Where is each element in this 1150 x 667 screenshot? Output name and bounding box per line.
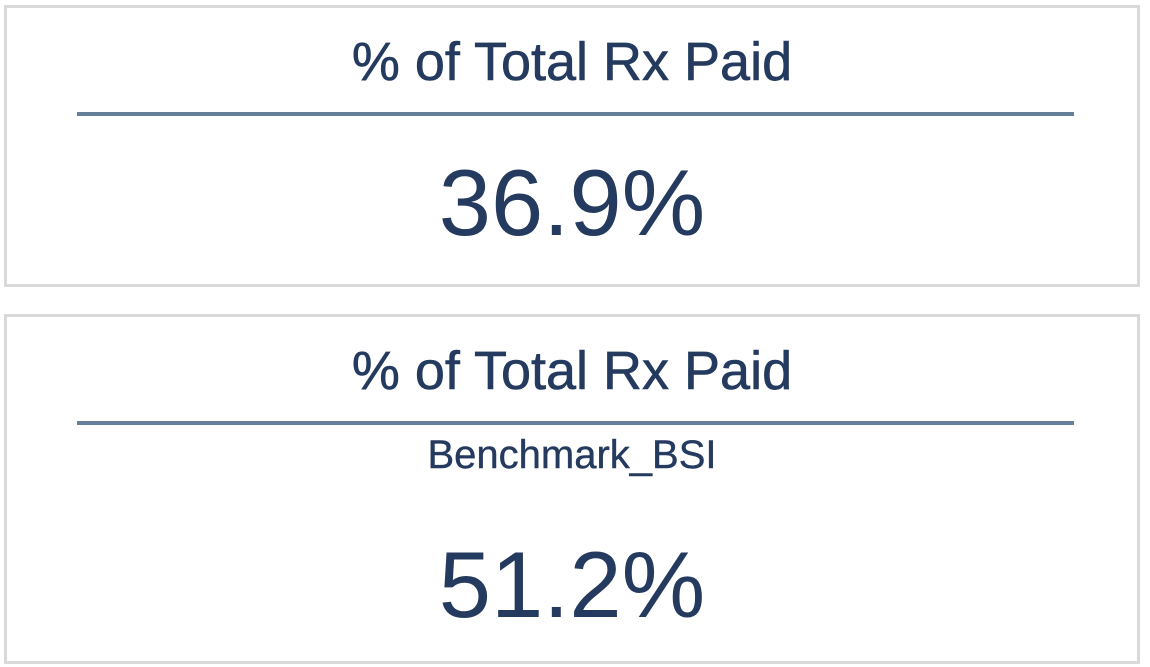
kpi-card-value: 36.9% (438, 150, 706, 255)
kpi-card-total-rx-paid-benchmark: % of Total Rx Paid Benchmark_BSI 51.2% (4, 314, 1140, 664)
kpi-card-divider (77, 112, 1074, 116)
kpi-card-title: % of Total Rx Paid (351, 32, 793, 93)
kpi-card-subtitle: Benchmark_BSI (427, 433, 717, 477)
kpi-card-title: % of Total Rx Paid (351, 341, 793, 402)
kpi-card-divider (77, 421, 1074, 425)
kpi-card-total-rx-paid: % of Total Rx Paid 36.9% (4, 5, 1140, 287)
kpi-card-value: 51.2% (438, 532, 706, 637)
